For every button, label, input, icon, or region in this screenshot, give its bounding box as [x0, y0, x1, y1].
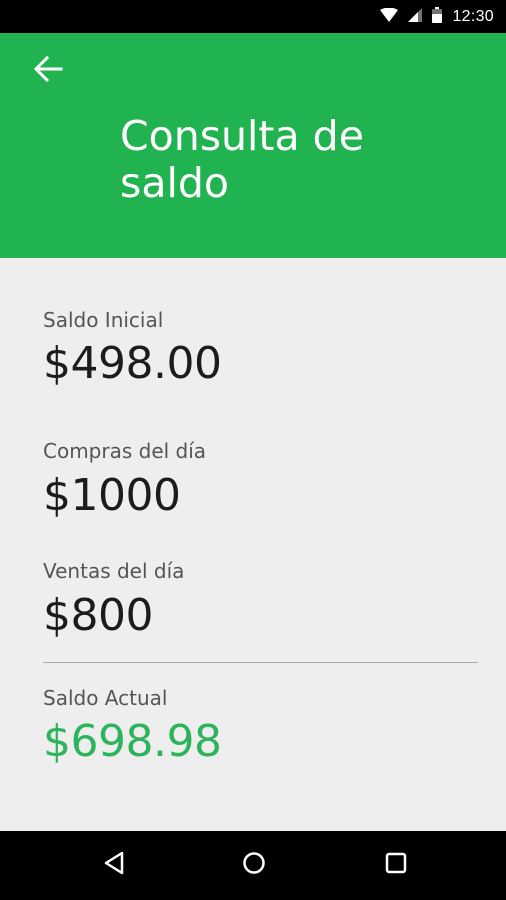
home-circle-icon — [242, 851, 266, 879]
back-button[interactable] — [26, 49, 70, 93]
recents-square-icon — [384, 851, 408, 879]
page-title: Consulta de saldo — [120, 112, 364, 207]
status-time: 12:30 — [452, 7, 494, 25]
app-bar: Consulta de saldo — [0, 33, 506, 258]
screen: 12:30 Consulta de saldo Saldo Inicial $4… — [0, 0, 506, 900]
initial-balance-value: $498.00 — [43, 338, 222, 389]
arrow-left-icon — [33, 55, 63, 86]
status-bar: 12:30 — [0, 0, 506, 33]
balance-content: Saldo Inicial $498.00 Compras del día $1… — [0, 258, 506, 831]
nav-home-button[interactable] — [232, 843, 276, 887]
back-triangle-icon — [103, 851, 125, 879]
purchases-label: Compras del día — [43, 439, 207, 463]
status-icons: 12:30 — [380, 0, 494, 33]
signal-icon — [408, 7, 423, 26]
wifi-icon — [380, 7, 399, 26]
purchases-value: $1000 — [43, 470, 181, 521]
nav-recents-button[interactable] — [374, 843, 418, 887]
current-balance-label: Saldo Actual — [43, 686, 168, 710]
battery-icon — [432, 6, 443, 27]
nav-bar — [0, 831, 506, 900]
sales-label: Ventas del día — [43, 559, 185, 583]
sales-value: $800 — [43, 590, 153, 641]
current-balance-value: $698.98 — [43, 716, 222, 767]
nav-back-button[interactable] — [92, 843, 136, 887]
initial-balance-label: Saldo Inicial — [43, 308, 164, 332]
divider — [43, 662, 478, 663]
